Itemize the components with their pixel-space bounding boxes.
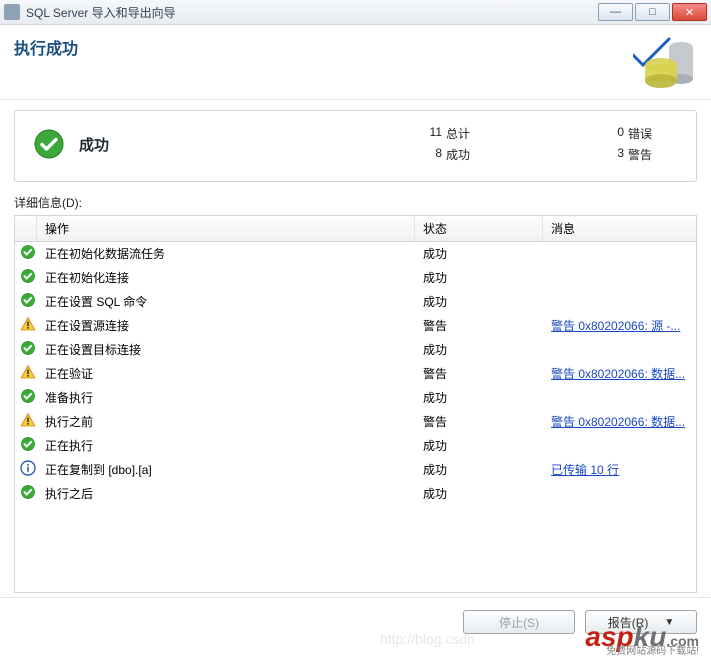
- success-icon: [33, 128, 65, 160]
- minimize-button[interactable]: —: [598, 3, 633, 21]
- stop-button[interactable]: 停止(S): [463, 610, 575, 634]
- page-title: 执行成功: [14, 35, 78, 59]
- op-cell: 准备执行: [37, 389, 415, 406]
- success-count: 8: [402, 146, 442, 163]
- op-cell: 正在设置目标连接: [37, 341, 415, 358]
- success-label: 成功: [446, 146, 496, 163]
- op-cell: 正在设置 SQL 命令: [37, 293, 415, 310]
- success-icon: [20, 484, 36, 500]
- status-cell: 警告: [415, 317, 543, 334]
- table-row[interactable]: 正在设置源连接警告警告 0x80202066: 源 -...: [15, 314, 696, 338]
- op-cell: 正在初始化数据流任务: [37, 245, 415, 262]
- content-area: 成功 11 总计 0 错误 8 成功 3 警告 详细信息(D): 操作 状态 消…: [0, 100, 711, 597]
- table-row[interactable]: 正在设置 SQL 命令成功: [15, 290, 696, 314]
- message-link[interactable]: 警告 0x80202066: 源 -...: [551, 319, 680, 333]
- table-row[interactable]: 执行之后成功: [15, 482, 696, 506]
- msg-cell: 警告 0x80202066: 数据...: [543, 413, 696, 430]
- table-row[interactable]: 正在设置目标连接成功: [15, 338, 696, 362]
- op-cell: 正在设置源连接: [37, 317, 415, 334]
- msg-cell: 已传输 10 行: [543, 461, 696, 478]
- table-row[interactable]: 准备执行成功: [15, 386, 696, 410]
- status-cell: 成功: [415, 245, 543, 262]
- close-button[interactable]: ✕: [672, 3, 707, 21]
- success-icon: [20, 292, 36, 308]
- op-cell: 执行之后: [37, 485, 415, 502]
- status-cell: 成功: [415, 389, 543, 406]
- op-cell: 正在复制到 [dbo].[a]: [37, 461, 415, 478]
- warning-icon: [20, 364, 36, 380]
- details-table: 操作 状态 消息 正在初始化数据流任务成功正在初始化连接成功正在设置 SQL 命…: [14, 215, 697, 593]
- table-body: 正在初始化数据流任务成功正在初始化连接成功正在设置 SQL 命令成功正在设置源连…: [15, 242, 696, 506]
- status-cell: 成功: [415, 269, 543, 286]
- message-link[interactable]: 警告 0x80202066: 数据...: [551, 367, 685, 381]
- warn-count: 3: [584, 146, 624, 163]
- total-label: 总计: [446, 125, 496, 142]
- header-graphic: [637, 31, 697, 91]
- status-cell: 成功: [415, 293, 543, 310]
- table-row[interactable]: 正在初始化数据流任务成功: [15, 242, 696, 266]
- col-message[interactable]: 消息: [543, 216, 696, 241]
- message-link[interactable]: 已传输 10 行: [551, 463, 619, 477]
- warning-icon: [20, 412, 36, 428]
- msg-cell: 警告 0x80202066: 源 -...: [543, 317, 696, 334]
- op-cell: 正在验证: [37, 365, 415, 382]
- title-bar: SQL Server 导入和导出向导 — □ ✕: [0, 0, 711, 25]
- summary-stats: 11 总计 0 错误 8 成功 3 警告: [402, 125, 678, 163]
- details-label: 详细信息(D):: [14, 194, 697, 211]
- msg-cell: 警告 0x80202066: 数据...: [543, 365, 696, 382]
- status-cell: 成功: [415, 437, 543, 454]
- watermark-sub: 免费网站源码下载站!: [606, 642, 699, 657]
- warning-icon: [20, 316, 36, 332]
- status-cell: 警告: [415, 413, 543, 430]
- success-icon: [20, 268, 36, 284]
- status-cell: 警告: [415, 365, 543, 382]
- table-row[interactable]: 正在执行成功: [15, 434, 696, 458]
- table-row[interactable]: 正在验证警告警告 0x80202066: 数据...: [15, 362, 696, 386]
- error-label: 错误: [628, 125, 678, 142]
- success-icon: [20, 340, 36, 356]
- window-title: SQL Server 导入和导出向导: [26, 4, 598, 21]
- col-operation[interactable]: 操作: [37, 216, 415, 241]
- table-row[interactable]: 正在复制到 [dbo].[a]成功已传输 10 行: [15, 458, 696, 482]
- summary-status: 成功: [79, 134, 109, 155]
- maximize-button[interactable]: □: [635, 3, 670, 21]
- success-icon: [20, 436, 36, 452]
- status-cell: 成功: [415, 341, 543, 358]
- error-count: 0: [584, 125, 624, 142]
- disk-icon: [637, 35, 697, 95]
- op-cell: 执行之前: [37, 413, 415, 430]
- op-cell: 正在执行: [37, 437, 415, 454]
- watermark-blog: http://blog.csdn: [380, 631, 475, 647]
- success-icon: [20, 244, 36, 260]
- success-icon: [20, 388, 36, 404]
- summary-panel: 成功 11 总计 0 错误 8 成功 3 警告: [14, 110, 697, 182]
- total-count: 11: [402, 125, 442, 142]
- table-row[interactable]: 正在初始化连接成功: [15, 266, 696, 290]
- status-cell: 成功: [415, 461, 543, 478]
- app-icon: [4, 4, 20, 20]
- table-row[interactable]: 执行之前警告警告 0x80202066: 数据...: [15, 410, 696, 434]
- window-buttons: — □ ✕: [598, 3, 707, 21]
- message-link[interactable]: 警告 0x80202066: 数据...: [551, 415, 685, 429]
- status-cell: 成功: [415, 485, 543, 502]
- warn-label: 警告: [628, 146, 678, 163]
- wizard-header: 执行成功: [0, 25, 711, 100]
- table-header: 操作 状态 消息: [15, 216, 696, 242]
- info-icon: [20, 460, 36, 476]
- col-status[interactable]: 状态: [415, 216, 543, 241]
- op-cell: 正在初始化连接: [37, 269, 415, 286]
